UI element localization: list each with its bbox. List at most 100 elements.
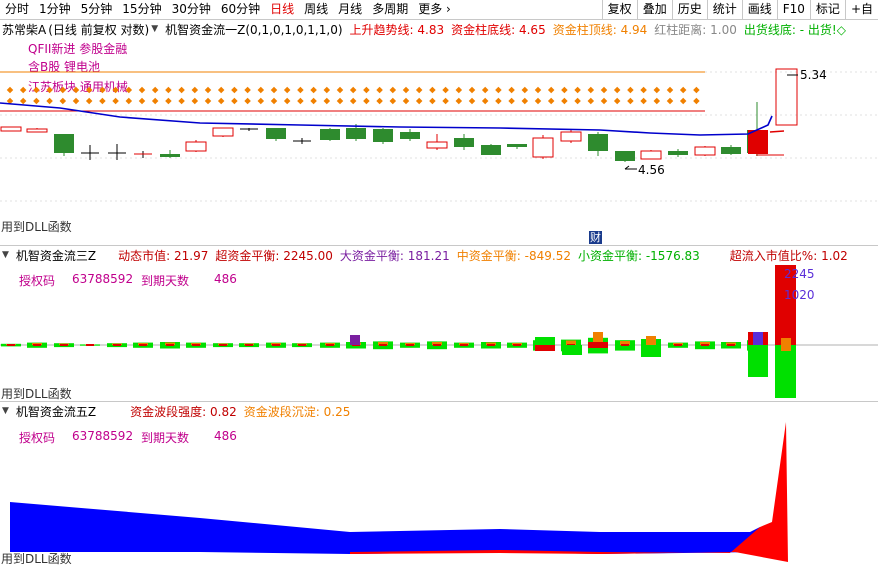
candle-body (640, 150, 662, 160)
flow-bar-mid (646, 336, 656, 345)
signal-dot (468, 86, 476, 94)
toolbar-button[interactable]: 叠加 (636, 0, 672, 19)
signal-dot (217, 86, 225, 94)
signal-box (775, 68, 798, 126)
signal-dot (666, 97, 674, 105)
high-price-label: 5.34 (800, 68, 827, 82)
flow-bar-big (245, 344, 253, 346)
signal-dot (455, 97, 463, 105)
flow-bar-big (326, 344, 334, 346)
capital-flow-5-pane[interactable]: ▼ 机智资金流五Z 资金波段强度: 0.82 资金波段沉淀: 0.25 授权码 … (0, 402, 878, 567)
signal-dot (679, 86, 687, 94)
flow-bar-mid (781, 338, 791, 345)
toolbar-button[interactable]: 复权 (601, 0, 637, 19)
signal-dot (521, 97, 529, 105)
signal-dot (653, 86, 661, 94)
flow-bar-small (775, 345, 796, 398)
period-tab[interactable]: 1分钟 (34, 0, 76, 19)
signal-dot (59, 86, 67, 94)
band-area-blue (10, 502, 760, 554)
flow-bar-mid (781, 345, 791, 351)
signal-dot (112, 86, 119, 94)
toolbar-button[interactable]: 画线 (741, 0, 777, 19)
flow-bar-big (487, 344, 495, 346)
signal-dot (72, 97, 80, 105)
candle-body (481, 145, 501, 155)
candle-body (212, 127, 234, 137)
signal-dot (138, 86, 146, 94)
signal-dot (19, 86, 27, 94)
signal-dot (165, 97, 172, 105)
signal-dot (415, 86, 423, 94)
period-toolbar: 分时 1分钟 5分钟 15分钟 30分钟 60分钟 日线 周线 月线 多周期 更多 › 复权 叠加 历史… (0, 0, 878, 20)
signal-dot (376, 86, 383, 94)
flow-bar-big (113, 344, 121, 346)
toolbar-button[interactable]: 历史 (671, 0, 707, 19)
capital-flow-3-pane[interactable]: ▼ 机智资金流三Z 动态市值: 21.97 超资金平衡: 2245.00 大资金… (0, 246, 878, 402)
candle-body (560, 131, 582, 142)
flow-bar-big (588, 342, 608, 348)
signal-dot (231, 86, 238, 94)
signal-dot (231, 97, 238, 105)
flow-bar-big (272, 344, 280, 346)
flow-bar-big (513, 344, 521, 346)
signal-dot (640, 86, 647, 94)
period-tab[interactable]: 月线 (333, 0, 367, 19)
candle-body (454, 138, 474, 147)
signal-dot (442, 97, 449, 105)
capital-flow-3-chart[interactable] (0, 246, 878, 402)
signal-dot (613, 97, 621, 105)
signal-dot (389, 97, 397, 105)
period-tab[interactable]: 多周期 (367, 0, 413, 19)
signal-dot (534, 97, 542, 105)
toolbar-button[interactable]: F10 (776, 0, 810, 19)
signal-dot (613, 86, 621, 94)
signal-dot (693, 86, 700, 94)
signal-dot (574, 97, 581, 105)
signal-dot (521, 86, 529, 94)
toolbar-button[interactable]: 统计 (706, 0, 742, 19)
signal-dot (481, 97, 489, 105)
signal-dot (46, 86, 53, 94)
signal-dot (508, 86, 515, 94)
flow-bar-big (701, 344, 709, 346)
flow-bar-big (298, 344, 306, 346)
period-tab[interactable]: 30分钟 (167, 0, 216, 19)
kline-chart[interactable] (0, 20, 878, 246)
signal-dot (574, 86, 581, 94)
signal-dot (138, 97, 146, 105)
toolbar-button[interactable]: 标记 (809, 0, 845, 19)
finance-marker-icon[interactable]: 财 (589, 231, 602, 244)
signal-dot (627, 97, 634, 105)
flow-bar-small (641, 345, 661, 357)
period-tab[interactable]: 5分钟 (76, 0, 118, 19)
candle-body (507, 144, 527, 147)
signal-dot (495, 86, 502, 94)
capital-flow-5-chart[interactable] (0, 402, 878, 567)
flow-bar-big (192, 344, 200, 346)
signal-dot (508, 97, 515, 105)
signal-dot (283, 86, 291, 94)
period-tab[interactable]: 分时 (0, 0, 34, 19)
toolbar-button[interactable]: +自 (844, 0, 878, 19)
signal-dot (99, 86, 106, 94)
kline-pane[interactable]: 苏常柴A (日线 前复权 对数) ▼ 机智资金流一Z(0,1,0,1,0,1,1… (0, 20, 878, 246)
signal-dot (600, 97, 608, 105)
flow-bar-big (166, 344, 174, 346)
value-top-label: 2245 (784, 267, 815, 281)
period-tab[interactable]: 60分钟 (216, 0, 265, 19)
period-tab[interactable]: 更多 › (413, 0, 456, 19)
signal-dot (19, 97, 27, 105)
signal-dot (204, 97, 212, 105)
signal-dot (336, 86, 344, 94)
signal-dot (178, 86, 185, 94)
candle-body (160, 154, 180, 157)
period-tab[interactable]: 周线 (299, 0, 333, 19)
signal-dot (376, 97, 383, 105)
period-tab[interactable]: 15分钟 (117, 0, 166, 19)
signal-dot (85, 86, 93, 94)
flow-bar-big (621, 344, 629, 346)
candle-body (588, 134, 608, 151)
period-tab[interactable]: 日线 (265, 0, 299, 19)
signal-dot (561, 86, 568, 94)
